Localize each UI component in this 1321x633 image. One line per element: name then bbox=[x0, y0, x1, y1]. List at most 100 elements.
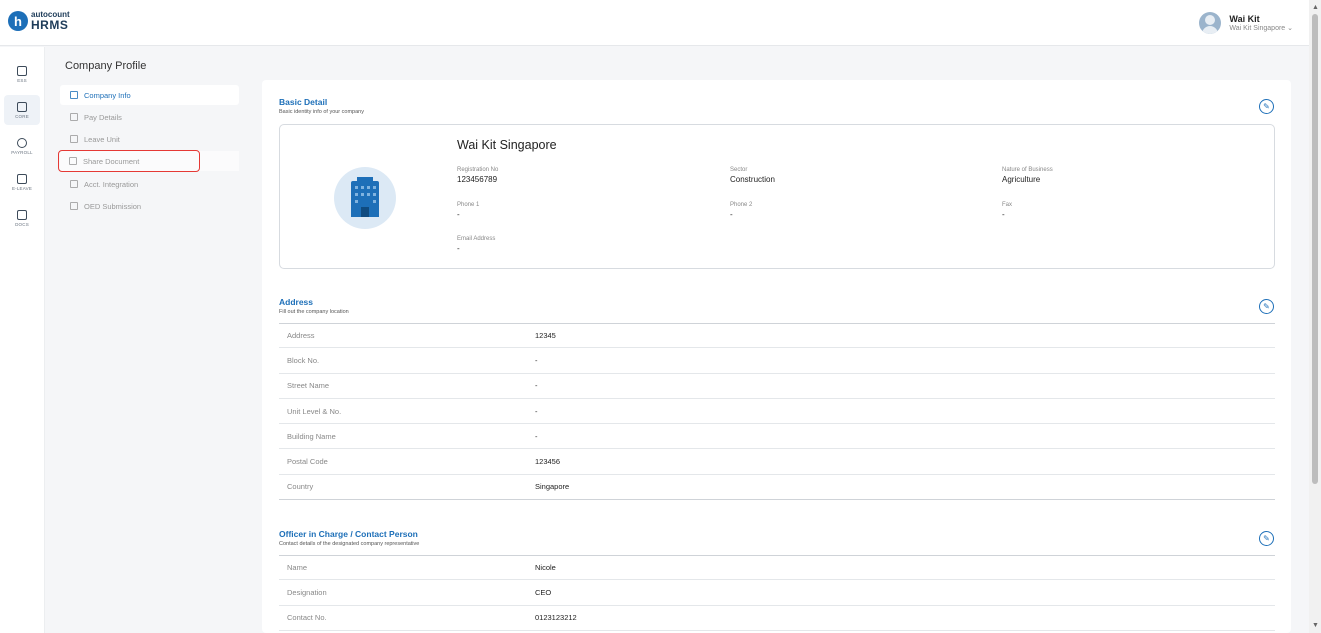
field-value: Construction bbox=[730, 175, 775, 184]
scroll-up-icon[interactable]: ▲ bbox=[1312, 4, 1319, 11]
company-profile-menu: Company Profile Company Info Pay Details… bbox=[45, 47, 250, 633]
integration-icon bbox=[70, 180, 78, 188]
share-document-icon bbox=[69, 157, 77, 165]
app-logo[interactable]: h autocount HRMS bbox=[8, 11, 70, 31]
row-label: Country bbox=[287, 482, 314, 492]
rail-item-eleave[interactable]: E-LEAVE bbox=[4, 167, 40, 197]
company-name: Wai Kit Singapore bbox=[457, 138, 557, 152]
edit-address-button[interactable]: ✎ bbox=[1259, 299, 1274, 314]
table-row: Block No. - bbox=[279, 348, 1275, 374]
calendar-icon bbox=[70, 135, 78, 143]
row-label: Contact No. bbox=[287, 613, 327, 623]
edit-icon: ✎ bbox=[1263, 302, 1270, 311]
scroll-thumb[interactable] bbox=[1312, 14, 1318, 484]
menu-item-company-info[interactable]: Company Info bbox=[60, 85, 239, 105]
menu-item-pay-details[interactable]: Pay Details bbox=[60, 107, 239, 127]
table-row: Contact No. 0123123212 bbox=[279, 606, 1275, 631]
rail-item-ess[interactable]: ESS bbox=[4, 59, 40, 89]
row-value: - bbox=[535, 355, 538, 365]
avatar bbox=[1199, 12, 1222, 34]
field-label: Fax bbox=[1002, 202, 1013, 208]
edit-icon: ✎ bbox=[1263, 102, 1270, 111]
logo-icon: h bbox=[8, 11, 28, 31]
row-label: Unit Level & No. bbox=[287, 406, 342, 416]
rail-item-docs[interactable]: DOCS bbox=[4, 203, 40, 233]
edit-officer-button[interactable]: ✎ bbox=[1259, 531, 1274, 546]
building-icon bbox=[70, 91, 78, 99]
eleave-icon bbox=[17, 173, 27, 184]
table-row: Building Name - bbox=[279, 424, 1275, 450]
basic-detail-box: Wai Kit Singapore Registration No 123456… bbox=[279, 124, 1275, 269]
row-value: - bbox=[535, 431, 538, 441]
menu-item-label: Acct. Integration bbox=[84, 179, 139, 189]
menu-item-share-document[interactable]: Share Document bbox=[58, 150, 200, 172]
main-card: Basic Detail Basic identity info of your… bbox=[262, 80, 1291, 633]
menu-item-label: OED Submission bbox=[84, 201, 142, 211]
field-value: - bbox=[457, 244, 460, 253]
row-label: Designation bbox=[287, 587, 327, 597]
menu-item-label: Share Document bbox=[83, 156, 140, 166]
row-value: CEO bbox=[535, 587, 552, 597]
row-value: 123456 bbox=[535, 457, 561, 467]
menu-item-leave-unit[interactable]: Leave Unit bbox=[60, 129, 239, 149]
row-label: Name bbox=[287, 563, 308, 573]
field-value: 123456789 bbox=[457, 175, 498, 184]
field-registration-no: Registration No 123456789 bbox=[457, 167, 498, 184]
scroll-down-icon[interactable]: ▼ bbox=[1312, 622, 1319, 629]
rail-label: CORE bbox=[15, 113, 29, 119]
field-nature-of-business: Nature of Business Agriculture bbox=[1002, 167, 1053, 184]
rail-label: PAYROLL bbox=[11, 149, 33, 155]
table-row: Street Name - bbox=[279, 374, 1275, 399]
field-value: - bbox=[457, 210, 460, 219]
field-value: - bbox=[730, 210, 733, 219]
officer-subtitle: Contact details of the designated compan… bbox=[279, 541, 420, 547]
table-row: Postal Code 123456 bbox=[279, 449, 1275, 475]
rail-label: DOCS bbox=[15, 221, 29, 227]
row-value: Singapore bbox=[535, 482, 570, 492]
basic-detail-subtitle: Basic identity info of your company bbox=[279, 109, 364, 115]
user-menu[interactable]: Wai Kit Wai Kit Singapore ⌄ bbox=[1199, 12, 1293, 34]
page-scrollbar[interactable]: ▲ ▼ bbox=[1309, 0, 1321, 633]
edit-basic-button[interactable]: ✎ bbox=[1259, 99, 1274, 114]
user-name: Wai Kit bbox=[1229, 14, 1260, 24]
field-label: Nature of Business bbox=[1002, 167, 1053, 173]
field-label: Email Address bbox=[457, 236, 496, 242]
rail-item-payroll[interactable]: PAYROLL bbox=[4, 131, 40, 161]
pay-icon bbox=[70, 113, 78, 121]
table-row: Country Singapore bbox=[279, 475, 1275, 501]
field-label: Phone 1 bbox=[457, 202, 480, 208]
submission-icon bbox=[70, 202, 78, 210]
ess-icon bbox=[17, 65, 27, 76]
row-label: Building Name bbox=[287, 431, 336, 441]
address-subtitle: Fill out the company location bbox=[279, 309, 349, 315]
table-row: Address 12345 bbox=[279, 323, 1275, 349]
module-rail: ESS CORE PAYROLL E-LEAVE DOCS bbox=[0, 47, 45, 633]
logo-product: HRMS bbox=[31, 18, 69, 32]
core-icon bbox=[17, 101, 27, 112]
field-email-address: Email Address - bbox=[457, 236, 495, 253]
basic-detail-title: Basic Detail bbox=[279, 97, 328, 107]
row-label: Block No. bbox=[287, 355, 320, 365]
field-phone-1: Phone 1 - bbox=[457, 202, 479, 219]
rail-label: E-LEAVE bbox=[11, 185, 33, 191]
row-value: 0123123212 bbox=[535, 613, 577, 623]
row-label: Street Name bbox=[287, 381, 330, 391]
address-table: Address 12345 Block No. - Street Name - Uni… bbox=[279, 323, 1275, 501]
building-icon bbox=[334, 167, 396, 229]
field-label: Registration No bbox=[457, 167, 499, 173]
field-label: Sector bbox=[730, 167, 748, 173]
table-row: Unit Level & No. - bbox=[279, 399, 1275, 425]
field-value: Agriculture bbox=[1002, 175, 1041, 184]
menu-item-label: Leave Unit bbox=[84, 134, 120, 144]
submenu-title: Company Profile bbox=[65, 60, 147, 72]
row-value: 12345 bbox=[535, 331, 556, 341]
menu-item-oed-submission[interactable]: OED Submission bbox=[60, 196, 239, 216]
payroll-icon bbox=[17, 137, 27, 148]
menu-item-label: Company Info bbox=[84, 90, 131, 100]
officer-title: Officer in Charge / Contact Person bbox=[279, 529, 418, 539]
field-value: - bbox=[1002, 210, 1005, 219]
top-bar: h autocount HRMS Wai Kit Wai Kit Singapo… bbox=[0, 0, 1309, 46]
edit-icon: ✎ bbox=[1263, 534, 1270, 543]
rail-item-core[interactable]: CORE bbox=[4, 95, 40, 125]
menu-item-acct-integration[interactable]: Acct. Integration bbox=[60, 174, 239, 194]
